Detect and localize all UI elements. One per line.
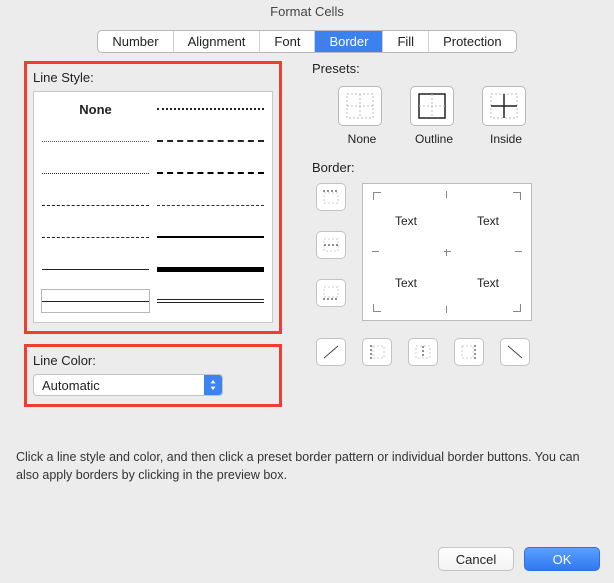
presets-label: Presets: [312,61,588,76]
line-style-item-selected[interactable] [42,290,149,312]
line-style-list: None [33,91,273,323]
window-title: Format Cells [0,0,614,24]
preset-outline-label: Outline [410,132,458,146]
line-style-item[interactable] [42,130,149,152]
line-style-label: Line Style: [33,70,273,85]
line-style-item[interactable] [157,194,264,216]
dropdown-arrows-icon [204,375,222,395]
line-style-item[interactable] [157,258,264,280]
border-left-button[interactable] [362,338,392,366]
tab-fill[interactable]: Fill [382,31,428,52]
diag-up-icon [322,344,340,360]
diag-down-icon [506,344,524,360]
preset-inside-icon [490,93,518,119]
border-bottom-icon [322,285,340,301]
preview-tick [444,251,451,252]
preview-tick [446,306,447,313]
preview-corner [513,304,521,312]
preview-corner [373,304,381,312]
preview-tick [515,251,522,252]
preset-none-label: None [338,132,386,146]
preview-corner [373,192,381,200]
tab-number[interactable]: Number [98,31,172,52]
preview-text: Text [477,276,499,290]
line-style-item[interactable] [42,226,149,248]
border-middle-v-button[interactable] [408,338,438,366]
line-style-item[interactable] [42,162,149,184]
border-left-icon [368,344,386,360]
line-color-value: Automatic [34,378,204,393]
border-bottom-button[interactable] [316,279,346,307]
tab-font[interactable]: Font [259,31,314,52]
preview-tick [372,251,379,252]
help-text: Click a line style and color, and then c… [16,449,598,484]
line-color-select[interactable]: Automatic [33,374,223,396]
line-color-group: Line Color: Automatic [24,344,282,407]
border-top-button[interactable] [316,183,346,211]
preset-outline-icon [418,93,446,119]
preview-text: Text [477,214,499,228]
border-right-button[interactable] [454,338,484,366]
line-color-label: Line Color: [33,353,273,368]
line-style-item[interactable] [157,130,264,152]
preview-text: Text [395,276,417,290]
preview-text: Text [395,214,417,228]
line-style-none[interactable]: None [42,98,149,120]
border-diag-down-button[interactable] [500,338,530,366]
border-mid-h-icon [322,237,340,253]
line-style-group: Line Style: None [24,61,282,334]
border-label: Border: [312,160,588,175]
preset-inside-button[interactable] [482,86,526,126]
preview-corner [513,192,521,200]
line-style-item[interactable] [157,290,264,312]
preset-none-icon [346,93,374,119]
border-diag-up-button[interactable] [316,338,346,366]
preset-outline-button[interactable] [410,86,454,126]
border-right-icon [460,344,478,360]
line-style-item[interactable] [157,162,264,184]
line-style-item[interactable] [42,258,149,280]
preset-none-button[interactable] [338,86,382,126]
tab-protection[interactable]: Protection [428,31,516,52]
preset-inside-label: Inside [482,132,530,146]
border-middle-h-button[interactable] [316,231,346,259]
line-style-item[interactable] [42,194,149,216]
border-top-icon [322,189,340,205]
border-mid-v-icon [414,344,432,360]
tab-bar: Number Alignment Font Border Fill Protec… [0,30,614,53]
preview-tick [446,191,447,198]
cancel-button[interactable]: Cancel [438,547,514,571]
line-style-item[interactable] [157,226,264,248]
ok-button[interactable]: OK [524,547,600,571]
tab-alignment[interactable]: Alignment [173,31,260,52]
tab-border[interactable]: Border [314,31,382,52]
border-preview[interactable]: Text Text Text Text [362,183,532,321]
line-style-item[interactable] [157,98,264,120]
